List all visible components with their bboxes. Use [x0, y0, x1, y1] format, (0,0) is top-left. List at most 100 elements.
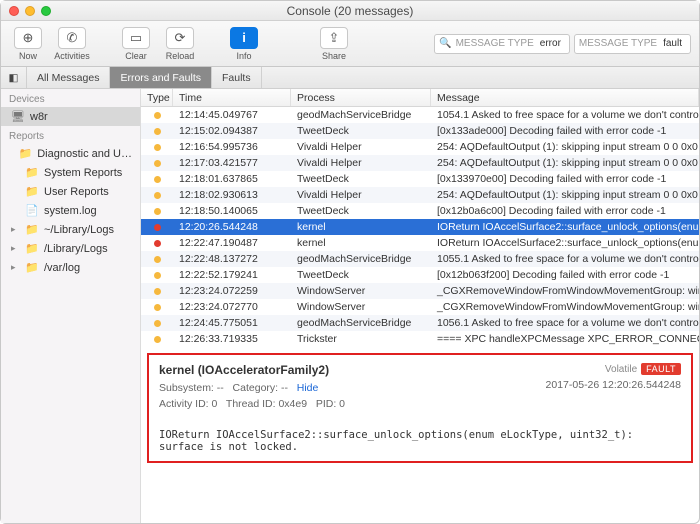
row-type	[141, 256, 173, 263]
row-time: 12:24:45.775051	[173, 317, 291, 329]
row-time: 12:15:02.094387	[173, 125, 291, 137]
sidebar-item-label: System Reports	[44, 167, 122, 179]
now-button[interactable]: ⊕Now	[9, 27, 47, 61]
table-row[interactable]: 12:23:24.072259WindowServer_CGXRemoveWin…	[141, 283, 699, 299]
row-message: _CGXRemoveWindowFromWindowMovementGroup:…	[431, 285, 699, 297]
detail-timestamp: 2017-05-26 12:20:26.544248	[546, 379, 681, 391]
row-time: 12:22:52.179241	[173, 269, 291, 281]
row-time: 12:16:54.995736	[173, 141, 291, 153]
sidebar-item[interactable]: 📄system.log	[1, 201, 140, 220]
row-time: 12:22:48.137272	[173, 253, 291, 265]
fault-dot-icon	[154, 224, 161, 231]
minimize-icon[interactable]	[25, 6, 35, 16]
table-row[interactable]: 12:23:24.072770WindowServer_CGXRemoveWin…	[141, 299, 699, 315]
main: Devices 🖥w8r Reports 📁Diagnostic and U…📁…	[1, 89, 699, 523]
row-message: [0x12b0a6c00] Decoding failed with error…	[431, 205, 699, 217]
row-process: geodMachServiceBridge	[291, 253, 431, 265]
detail-right-meta: VolatileFAULT 2017-05-26 12:20:26.544248	[546, 363, 681, 391]
col-type[interactable]: Type	[141, 89, 173, 106]
filter-faults[interactable]: Faults	[212, 67, 262, 88]
folder-icon: 📁	[25, 261, 39, 274]
clear-icon: ▭	[122, 27, 150, 49]
sidebar-devices-header: Devices	[1, 89, 140, 107]
table-row[interactable]: 12:26:33.719335Trickster==== XPC handleX…	[141, 331, 699, 347]
window-controls	[9, 6, 51, 16]
row-type	[141, 320, 173, 327]
sidebar: Devices 🖥w8r Reports 📁Diagnostic and U…📁…	[1, 89, 141, 523]
filter-all-messages[interactable]: All Messages	[27, 67, 110, 88]
table-row[interactable]: 12:16:54.995736Vivaldi Helper254: AQDefa…	[141, 139, 699, 155]
row-process: WindowServer	[291, 285, 431, 297]
table-row[interactable]: 12:18:50.140065TweetDeck[0x12b0a6c00] De…	[141, 203, 699, 219]
error-dot-icon	[154, 176, 161, 183]
folder-icon: 📁	[25, 242, 39, 255]
table-row[interactable]: 12:14:45.049767geodMachServiceBridge1054…	[141, 107, 699, 123]
table-row[interactable]: 12:18:02.930613Vivaldi Helper254: AQDefa…	[141, 187, 699, 203]
table-row[interactable]: 12:22:47.190487kernelIOReturn IOAccelSur…	[141, 235, 699, 251]
error-dot-icon	[154, 160, 161, 167]
search-field-2[interactable]: MESSAGE TYPEfault	[574, 34, 691, 54]
row-time: 12:18:02.930613	[173, 189, 291, 201]
row-time: 12:23:24.072770	[173, 301, 291, 313]
col-process[interactable]: Process	[291, 89, 431, 106]
row-process: kernel	[291, 221, 431, 233]
error-dot-icon	[154, 336, 161, 343]
activities-icon: ✆	[58, 27, 86, 49]
error-dot-icon	[154, 144, 161, 151]
row-time: 12:18:50.140065	[173, 205, 291, 217]
sidebar-reports-header: Reports	[1, 126, 140, 144]
row-time: 12:22:47.190487	[173, 237, 291, 249]
row-type	[141, 160, 173, 167]
table-row[interactable]: 12:24:45.775051geodMachServiceBridge1056…	[141, 315, 699, 331]
row-message: IOReturn IOAccelSurface2::surface_unlock…	[431, 221, 699, 233]
toolbar: ⊕Now ✆Activities ▭Clear ⟳Reload iInfo ⇪S…	[1, 21, 699, 67]
sidebar-item[interactable]: 📁User Reports	[1, 182, 140, 201]
info-button[interactable]: iInfo	[225, 27, 263, 61]
row-message: IOReturn IOAccelSurface2::surface_unlock…	[431, 237, 699, 249]
error-dot-icon	[154, 320, 161, 327]
sidebar-item[interactable]: 📁Diagnostic and U…	[1, 144, 140, 163]
row-message: 254: AQDefaultOutput (1): skipping input…	[431, 157, 699, 169]
table-row[interactable]: 12:18:01.637865TweetDeck[0x133970e00] De…	[141, 171, 699, 187]
col-message[interactable]: Message	[431, 89, 699, 106]
row-process: Vivaldi Helper	[291, 189, 431, 201]
sidebar-device[interactable]: 🖥w8r	[1, 107, 140, 126]
detail-message: IOReturn IOAccelSurface2::surface_unlock…	[159, 429, 681, 453]
log-rows: 12:14:45.049767geodMachServiceBridge1054…	[141, 107, 699, 347]
error-dot-icon	[154, 288, 161, 295]
activities-button[interactable]: ✆Activities	[53, 27, 91, 61]
table-row[interactable]: 12:15:02.094387TweetDeck[0x133ade000] De…	[141, 123, 699, 139]
table-row[interactable]: 12:22:48.137272geodMachServiceBridge1055…	[141, 251, 699, 267]
share-button[interactable]: ⇪Share	[315, 27, 353, 61]
filter-errors-faults[interactable]: Errors and Faults	[110, 67, 212, 88]
row-process: TweetDeck	[291, 269, 431, 281]
table-row[interactable]: 12:17:03.421577Vivaldi Helper254: AQDefa…	[141, 155, 699, 171]
volatile-label: Volatile	[605, 364, 637, 375]
sidebar-item-label: /Library/Logs	[44, 243, 108, 255]
sidebar-item[interactable]: ▸📁/var/log	[1, 258, 140, 277]
reload-button[interactable]: ⟳Reload	[161, 27, 199, 61]
filter-bar: ◧ All Messages Errors and Faults Faults	[1, 67, 699, 89]
row-type	[141, 304, 173, 311]
col-time[interactable]: Time	[173, 89, 291, 106]
table-header: Type Time Process Message	[141, 89, 699, 107]
table-row[interactable]: 12:22:52.179241TweetDeck[0x12b063f200] D…	[141, 267, 699, 283]
hide-link[interactable]: Hide	[297, 382, 319, 394]
row-type	[141, 224, 173, 231]
sidebar-item[interactable]: ▸ 📁 /Library/Logs	[1, 239, 140, 258]
sidebar-item[interactable]: ▸📁~/Library/Logs	[1, 220, 140, 239]
row-message: ==== XPC handleXPCMessage XPC_ERROR_CONN…	[431, 333, 699, 345]
row-process: WindowServer	[291, 301, 431, 313]
sidebar-toggle[interactable]: ◧	[1, 67, 27, 88]
zoom-icon[interactable]	[41, 6, 51, 16]
search-field-1[interactable]: 🔍MESSAGE TYPEerror	[434, 34, 570, 54]
sidebar-item[interactable]: 📁System Reports	[1, 163, 140, 182]
row-time: 12:26:33.719335	[173, 333, 291, 345]
close-icon[interactable]	[9, 6, 19, 16]
window-title: Console (20 messages)	[287, 4, 414, 18]
disclosure-icon: ▸	[11, 243, 20, 254]
table-row[interactable]: 12:20:26.544248kernelIOReturn IOAccelSur…	[141, 219, 699, 235]
row-message: 254: AQDefaultOutput (1): skipping input…	[431, 189, 699, 201]
error-dot-icon	[154, 112, 161, 119]
clear-button[interactable]: ▭Clear	[117, 27, 155, 61]
